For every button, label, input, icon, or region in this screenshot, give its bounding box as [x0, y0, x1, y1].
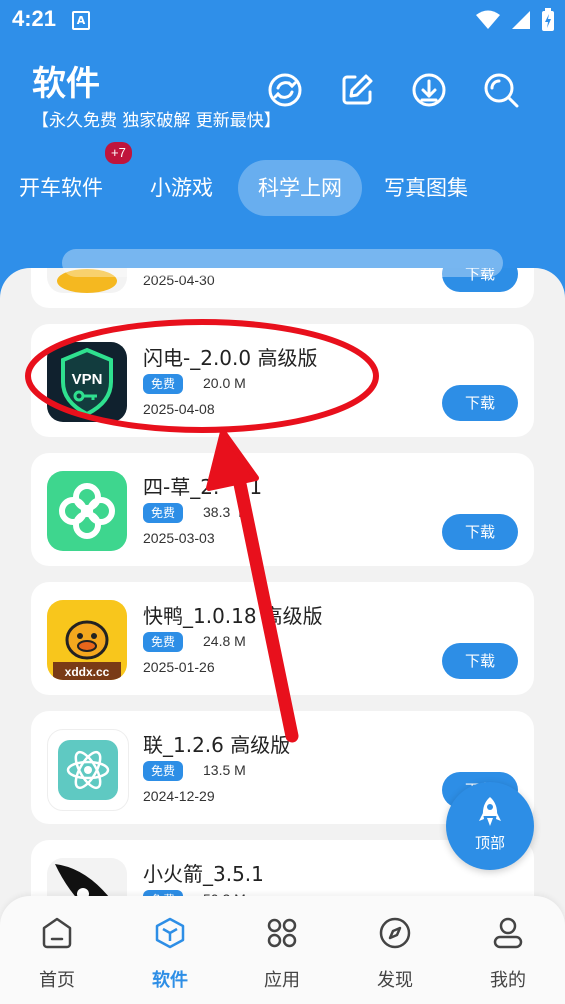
app-name: 联_1.2.6 高级版 — [143, 733, 291, 757]
duck-icon: xddx.cc — [47, 600, 127, 680]
status-bar: 4:21 A — [0, 0, 565, 38]
free-badge: 免费 — [143, 503, 183, 523]
page-title: 软件 — [32, 64, 100, 104]
app-card[interactable]: xddx.cc 快鸭_1.0.18 高级版 免费 24.8 M 2025-01-2… — [31, 582, 534, 695]
tab-xiaoyouxi[interactable]: 小游戏 — [150, 160, 213, 216]
app-size: 38.3 M — [203, 504, 250, 520]
header: 软件 【永久免费 独家破解 更新最快】 开车软件 +7 小游戏 科学上网 写真图… — [0, 38, 565, 268]
atom-icon — [47, 729, 129, 811]
app-date: 2025-03-03 — [143, 530, 215, 546]
status-icons — [475, 8, 555, 32]
search-button[interactable] — [481, 70, 521, 110]
download-icon — [412, 73, 446, 107]
app-date: 2025-04-08 — [143, 401, 215, 417]
app-name: 闪电-_2.0.0 高级版 — [143, 346, 318, 370]
tab-badge: +7 — [105, 142, 132, 164]
app-card[interactable]: VPN 闪电-_2.0.0 高级版 免费 20.0 M 2025-04-08 下… — [31, 324, 534, 437]
app-size: 24.8 M — [203, 633, 246, 649]
search-icon — [484, 73, 519, 108]
app-name: 小火箭_3.5.1 — [143, 862, 264, 886]
nav-discover[interactable]: 发现 — [345, 896, 445, 1004]
battery-icon — [542, 8, 554, 31]
app-date: 2025-01-26 — [143, 659, 215, 675]
nav-label: 软件 — [152, 970, 188, 991]
clover-icon — [47, 471, 127, 551]
page-slogan: 【永久免费 独家破解 更新最快】 — [32, 111, 281, 131]
edit-button[interactable] — [337, 70, 377, 110]
nav-mine[interactable]: 我的 — [458, 896, 558, 1004]
compass-icon — [379, 917, 411, 949]
app-name: 快鸭_1.0.18 高级版 — [143, 604, 323, 628]
nav-label: 应用 — [264, 970, 300, 991]
tab-kexueshangwang[interactable]: 科学上网 — [238, 160, 362, 216]
scroll-to-top-label: 顶部 — [474, 834, 505, 852]
svg-text:VPN: VPN — [72, 371, 103, 388]
cellular-icon — [512, 11, 530, 29]
nav-home[interactable]: 首页 — [7, 896, 107, 1004]
rocket-icon — [479, 797, 501, 826]
tab-label: 写真图集 — [384, 176, 468, 200]
cube-icon — [155, 917, 185, 949]
app-card[interactable]: 四-草_2. 1 免费 38.3 M 2025-03-03 下载 — [31, 453, 534, 566]
status-time: 4:21 — [12, 6, 57, 31]
refresh-button[interactable] — [265, 70, 305, 110]
download-button[interactable]: 下载 — [442, 514, 518, 550]
download-button[interactable]: 下载 — [442, 385, 518, 421]
free-badge: 免费 — [143, 761, 183, 781]
header-actions — [265, 70, 521, 110]
free-badge: 免费 — [143, 374, 183, 394]
download-button[interactable]: 下载 — [442, 643, 518, 679]
tab-kaiche[interactable]: 开车软件 +7 — [19, 142, 132, 216]
app-list[interactable]: 2025-04-30 下载 VPN 闪电-_2.0.0 高级版 免费 20.0 … — [0, 268, 565, 1004]
tab-label: 小游戏 — [150, 176, 213, 200]
app-size: 20.0 M — [203, 375, 246, 391]
nav-apps[interactable]: 应用 — [232, 896, 332, 1004]
category-tabs: 开车软件 +7 小游戏 科学上网 写真图集 — [0, 142, 565, 220]
refresh-icon — [268, 73, 302, 107]
scroll-indicator — [62, 249, 503, 277]
tab-label: 科学上网 — [258, 176, 342, 200]
tab-label: 开车软件 — [19, 176, 103, 200]
home-icon — [42, 917, 72, 949]
nav-label: 首页 — [39, 970, 75, 991]
scroll-to-top-button[interactable]: 顶部 — [446, 782, 534, 870]
app-name: 四-草_2. 1 — [143, 475, 263, 499]
app-size: 13.5 M — [203, 762, 246, 778]
edit-icon — [342, 74, 373, 105]
icon-text: xddx.cc — [65, 665, 110, 679]
apps-icon — [267, 918, 297, 948]
download-button[interactable] — [409, 70, 449, 110]
tab-xiezhen[interactable]: 写真图集 — [384, 160, 468, 216]
nav-label: 发现 — [377, 970, 413, 991]
notification-a-icon: A — [72, 11, 90, 30]
free-badge: 免费 — [143, 632, 183, 652]
nav-software[interactable]: 软件 — [120, 896, 220, 1004]
wifi-icon — [476, 10, 500, 29]
app-date: 2024-12-29 — [143, 788, 215, 804]
vpn-shield-icon: VPN — [47, 342, 127, 422]
nav-label: 我的 — [490, 970, 526, 991]
user-icon — [493, 917, 523, 949]
bottom-nav: 首页 软件 应用 发现 我的 — [0, 896, 565, 1004]
